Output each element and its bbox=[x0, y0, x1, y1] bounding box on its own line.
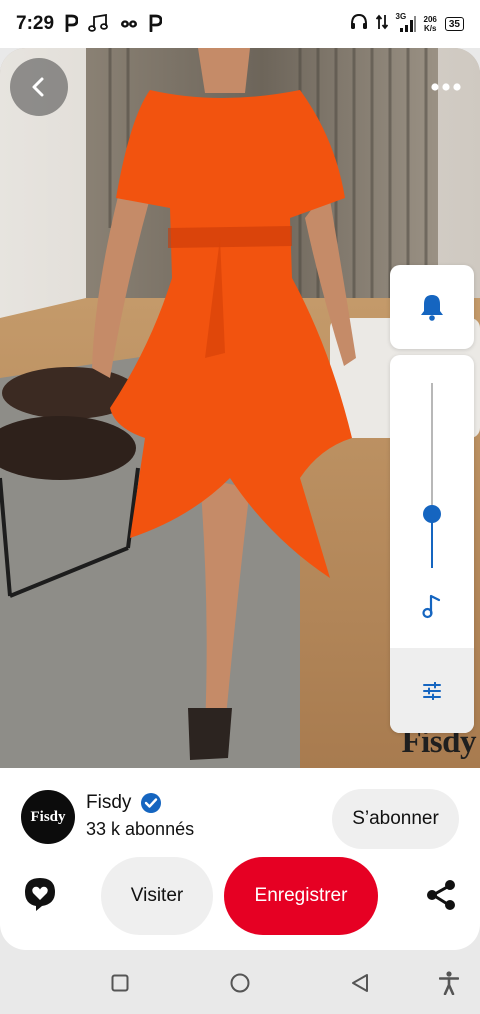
status-left: 7:29 bbox=[16, 13, 163, 35]
signal-icon: 3G bbox=[396, 12, 416, 33]
status-right: 3G 206 K/s 35 bbox=[350, 12, 464, 35]
heart-reaction-icon bbox=[25, 878, 55, 911]
pin-details-sheet: Fisdy Fisdy 33 k abonnés S’abonner Visit… bbox=[0, 768, 480, 950]
status-bar: 7:29 3G 206 K/s 35 bbox=[0, 0, 480, 48]
follow-button[interactable]: S’abonner bbox=[332, 789, 459, 849]
recents-button[interactable] bbox=[107, 970, 133, 996]
accessibility-icon bbox=[439, 971, 459, 995]
network-speed-unit: K/s bbox=[423, 24, 437, 33]
back-triangle-icon bbox=[352, 974, 368, 992]
creator-avatar[interactable]: Fisdy bbox=[21, 790, 75, 844]
visit-button[interactable]: Visiter bbox=[101, 857, 213, 935]
more-dots-icon bbox=[431, 83, 461, 91]
system-back-button[interactable] bbox=[347, 970, 373, 996]
music-notification-icon bbox=[88, 13, 110, 35]
data-arrows-icon bbox=[375, 14, 388, 35]
headphones-icon bbox=[350, 13, 368, 35]
back-button[interactable] bbox=[10, 58, 68, 116]
status-time: 7:29 bbox=[16, 13, 55, 34]
battery-level: 35 bbox=[448, 18, 460, 30]
recents-square-icon bbox=[111, 974, 129, 992]
save-button[interactable]: Enregistrer bbox=[224, 857, 378, 935]
chevron-left-icon bbox=[32, 77, 44, 97]
bell-icon bbox=[421, 295, 443, 321]
verified-badge-icon bbox=[140, 792, 162, 819]
network-speed: 206 K/s bbox=[424, 15, 437, 33]
media-control-panel bbox=[390, 355, 474, 733]
avatar-text: Fisdy bbox=[30, 808, 66, 825]
network-speed-value: 206 bbox=[423, 15, 437, 24]
share-icon bbox=[427, 880, 455, 910]
battery-icon: 35 bbox=[444, 17, 464, 31]
pinterest-notification-icon bbox=[64, 14, 79, 35]
home-circle-icon bbox=[230, 973, 250, 993]
notification-bell-button[interactable] bbox=[390, 265, 474, 349]
sliders-settings-icon bbox=[423, 681, 441, 700]
react-heart-button[interactable] bbox=[22, 876, 58, 912]
accessibility-button[interactable] bbox=[436, 970, 462, 996]
music-note-icon[interactable] bbox=[418, 592, 446, 625]
equalizer-settings-button[interactable] bbox=[390, 648, 474, 733]
follower-count: 33 k abonnés bbox=[86, 819, 195, 839]
home-button[interactable] bbox=[227, 970, 253, 996]
volume-slider-thumb[interactable] bbox=[423, 505, 441, 523]
system-nav-bar bbox=[0, 952, 480, 1014]
infinity-notification-icon bbox=[120, 16, 138, 33]
creator-name[interactable]: Fisdy bbox=[86, 792, 131, 814]
more-options-button[interactable] bbox=[426, 70, 466, 104]
share-button[interactable] bbox=[424, 878, 458, 912]
pinterest-notification-icon-2 bbox=[148, 14, 163, 35]
